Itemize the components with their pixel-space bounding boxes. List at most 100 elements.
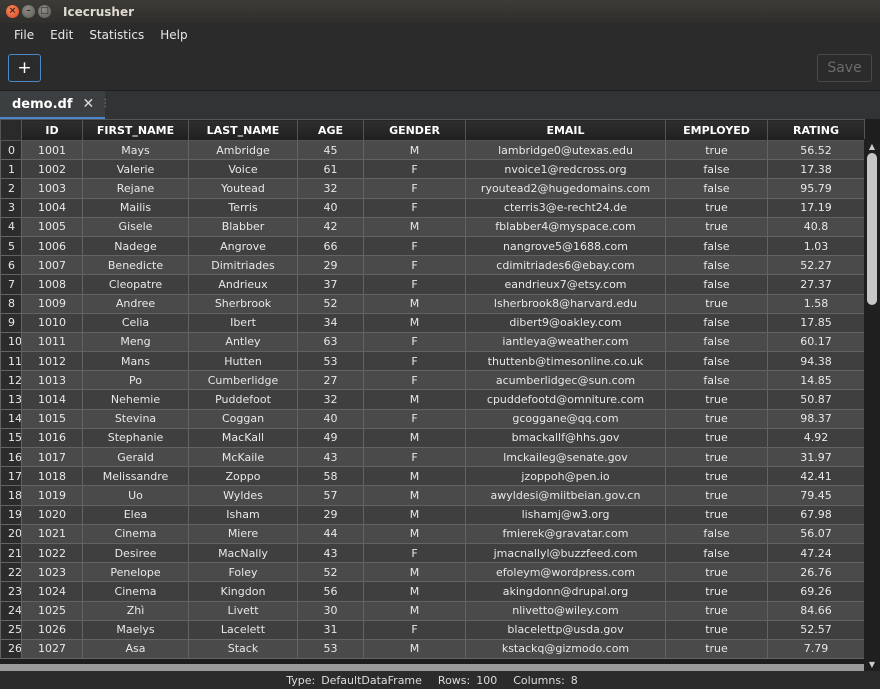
scroll-down-icon[interactable]: ▼ (867, 658, 877, 670)
table-cell[interactable]: 1011 (21, 331, 83, 353)
table-cell[interactable]: 57 (297, 485, 364, 506)
add-button[interactable]: + (8, 54, 41, 82)
table-cell[interactable]: 1010 (21, 312, 83, 333)
table-cell[interactable]: dibert9@oakley.com (465, 312, 666, 333)
table-cell[interactable]: Meng (82, 331, 189, 353)
table-cell[interactable]: 1014 (21, 389, 83, 410)
table-cell[interactable]: F (363, 331, 466, 353)
table-cell[interactable]: 17.38 (767, 159, 865, 180)
table-cell[interactable]: 1.03 (767, 235, 865, 257)
table-cell[interactable]: Zhì (82, 600, 189, 621)
table-cell[interactable]: 1005 (21, 216, 83, 237)
column-header[interactable]: EMAIL (465, 119, 666, 141)
table-cell[interactable]: 60.17 (767, 331, 865, 353)
table-row[interactable]: 3 1004 Mailis Terris 40 Fcterris3@e-recht24.d… (0, 197, 865, 218)
table-cell[interactable]: 1007 (21, 255, 83, 276)
table-cell[interactable]: Stevina (82, 408, 189, 429)
table-cell[interactable]: 40.8 (767, 216, 865, 237)
table-cell[interactable]: true (665, 293, 768, 314)
column-header[interactable]: AGE (297, 119, 364, 141)
column-header[interactable]: FIRST_NAME (82, 119, 189, 141)
tab-demo-df[interactable]: demo.df ✕ ⋮ (0, 91, 110, 119)
table-cell[interactable]: F (363, 542, 466, 564)
table-cell[interactable]: false (665, 331, 768, 353)
table-cell[interactable]: Stack (188, 638, 298, 660)
table-cell[interactable]: Mays (82, 139, 189, 161)
scrollbar-thumb[interactable] (867, 153, 877, 305)
table-cell[interactable]: 4.92 (767, 427, 865, 449)
table-cell[interactable]: MacKall (188, 427, 298, 449)
table-cell[interactable]: Youtead (188, 178, 298, 199)
table-cell[interactable]: Mans (82, 351, 189, 372)
table-cell[interactable]: 95.79 (767, 178, 865, 199)
table-cell[interactable]: Po (82, 370, 189, 391)
table-row[interactable]: 26 1027 Asa Stack 53 Mkstackq@gizmodo.com true… (0, 638, 865, 660)
table-cell[interactable]: Blabber (188, 216, 298, 237)
table-cell[interactable]: McKaile (188, 446, 298, 468)
table-cell[interactable]: 1016 (21, 427, 83, 449)
table-cell[interactable]: 44 (297, 523, 364, 544)
table-cell[interactable]: Sherbrook (188, 293, 298, 314)
table-cell[interactable]: blacelettp@usda.gov (465, 619, 666, 640)
table-row[interactable]: 25 1026 Maelys Lacelett 31 Fblacelettp@usda.g… (0, 619, 865, 640)
table-cell[interactable]: true (665, 427, 768, 449)
table-cell[interactable]: M (363, 638, 466, 660)
table-row[interactable]: 17 1018 Melissandre Zoppo 58 Mjzoppoh@pen.io t… (0, 466, 865, 487)
table-cell[interactable]: Nadege (82, 235, 189, 257)
table-cell[interactable]: lmckaileg@senate.gov (465, 446, 666, 468)
table-row[interactable]: 22 1023 Penelope Foley 52 Mefoleym@wordpress.… (0, 562, 865, 583)
table-cell[interactable]: 63 (297, 331, 364, 353)
table-cell[interactable]: F (363, 235, 466, 257)
table-row[interactable]: 6 1007 Benedicte Dimitriades 29 Fcdimitriades… (0, 255, 865, 276)
table-cell[interactable]: nlivetto@wiley.com (465, 600, 666, 621)
table-cell[interactable]: Zoppo (188, 466, 298, 487)
table-cell[interactable]: lsherbrook8@harvard.edu (465, 293, 666, 314)
table-cell[interactable]: 45 (297, 139, 364, 161)
table-cell[interactable]: Cinema (82, 523, 189, 544)
table-cell[interactable]: M (363, 485, 466, 506)
table-cell[interactable]: Terris (188, 197, 298, 218)
table-cell[interactable]: Antley (188, 331, 298, 353)
table-cell[interactable]: 52 (297, 562, 364, 583)
table-cell[interactable]: F (363, 446, 466, 468)
table-cell[interactable]: true (665, 446, 768, 468)
close-window-icon[interactable]: × (6, 5, 19, 18)
table-cell[interactable]: false (665, 523, 768, 544)
table-cell[interactable]: acumberlidgec@sun.com (465, 370, 666, 391)
table-cell[interactable]: Isham (188, 504, 298, 525)
table-cell[interactable]: true (665, 408, 768, 429)
table-cell[interactable]: Andrieux (188, 274, 298, 295)
table-cell[interactable]: M (363, 466, 466, 487)
table-cell[interactable]: cdimitriades6@ebay.com (465, 255, 666, 276)
table-cell[interactable]: M (363, 216, 466, 237)
table-cell[interactable]: MacNally (188, 542, 298, 564)
table-cell[interactable]: 1022 (21, 542, 83, 564)
table-cell[interactable]: F (363, 197, 466, 218)
table-cell[interactable]: 61 (297, 159, 364, 180)
table-cell[interactable]: 34 (297, 312, 364, 333)
table-row[interactable]: 20 1021 Cinema Miere 44 Mfmierek@gravatar.com… (0, 523, 865, 544)
table-row[interactable]: 11 1012 Mans Hutten 53 Fthuttenb@timesonline.… (0, 351, 865, 372)
table-cell[interactable]: fblabber4@myspace.com (465, 216, 666, 237)
table-cell[interactable]: 27 (297, 370, 364, 391)
table-cell[interactable]: 32 (297, 389, 364, 410)
table-cell[interactable]: Rejane (82, 178, 189, 199)
table-cell[interactable]: Melissandre (82, 466, 189, 487)
table-cell[interactable]: 1024 (21, 581, 83, 602)
tab-close-icon[interactable]: ✕ (83, 96, 95, 112)
table-row[interactable]: 0 1001 Mays Ambridge 45 Mlambridge0@utexas.ed… (0, 139, 865, 161)
table-cell[interactable]: 84.66 (767, 600, 865, 621)
table-cell[interactable]: true (665, 139, 768, 161)
table-row[interactable]: 19 1020 Elea Isham 29 Mlishamj@w3.org true 67.9… (0, 504, 865, 525)
table-row[interactable]: 1 1002 Valerie Voice 61 Fnvoice1@redcross.org… (0, 159, 865, 180)
table-cell[interactable]: true (665, 389, 768, 410)
table-cell[interactable]: thuttenb@timesonline.co.uk (465, 351, 666, 372)
table-cell[interactable]: 47.24 (767, 542, 865, 564)
table-cell[interactable]: Cumberlidge (188, 370, 298, 391)
table-cell[interactable]: true (665, 485, 768, 506)
table-row[interactable]: 16 1017 Gerald McKaile 43 Flmckaileg@senate.g… (0, 446, 865, 468)
table-cell[interactable]: Stephanie (82, 427, 189, 449)
vertical-scrollbar[interactable]: ▲ ▼ (864, 139, 880, 671)
table-row[interactable]: 14 1015 Stevina Coggan 40 Fgcoggane@qq.com tru… (0, 408, 865, 429)
table-cell[interactable]: 7.79 (767, 638, 865, 660)
